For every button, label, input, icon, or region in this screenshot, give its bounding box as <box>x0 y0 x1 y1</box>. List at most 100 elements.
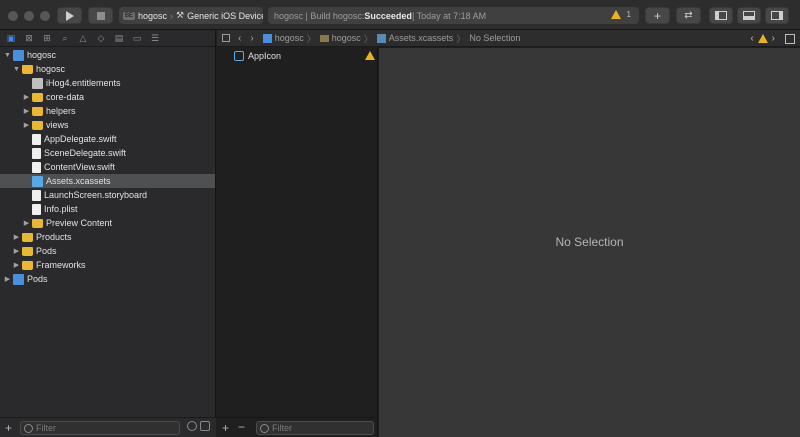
zoom-window-button[interactable] <box>40 11 50 21</box>
disclosure-expanded-icon[interactable]: ▼ <box>12 66 21 73</box>
tree-row[interactable]: AppDelegate.swift <box>0 132 215 146</box>
asset-list-footer: + − Filter <box>217 417 378 437</box>
activity-time: | Today at 7:18 AM <box>411 10 487 21</box>
folder-icon <box>32 107 43 116</box>
tree-row-selected[interactable]: Assets.xcassets <box>0 174 215 188</box>
warning-count: 1 <box>626 10 631 19</box>
related-items-icon[interactable] <box>222 34 230 42</box>
tree-row[interactable]: Info.plist <box>0 202 215 216</box>
disclosure-collapsed-icon[interactable]: ▶ <box>22 121 31 129</box>
disclosure-expanded-icon[interactable]: ▼ <box>3 52 12 59</box>
entitlements-icon <box>32 77 43 89</box>
code-review-button[interactable]: ⇄ <box>676 7 701 24</box>
filter-icon <box>260 423 269 433</box>
tree-row[interactable]: ▶ views <box>0 118 215 132</box>
chevron-right-icon: 〉 <box>456 33 466 44</box>
navigator-filter-input[interactable]: Filter <box>20 421 180 435</box>
stop-icon <box>96 11 105 20</box>
tree-row[interactable]: ▼ hogosc <box>0 48 215 62</box>
hammer-icon: ⚒ <box>176 10 185 20</box>
source-control-icon[interactable]: ⊠ <box>23 32 35 44</box>
forward-arrow-icon[interactable]: › <box>250 33 253 44</box>
disclosure-collapsed-icon[interactable]: ▶ <box>22 219 31 227</box>
tree-row[interactable]: ▶ Products <box>0 230 215 244</box>
search-icon[interactable]: ⌕ <box>59 32 71 44</box>
warning-icon[interactable] <box>611 10 621 19</box>
disclosure-collapsed-icon[interactable]: ▶ <box>22 93 31 101</box>
disclosure-collapsed-icon[interactable]: ▶ <box>12 247 21 255</box>
tree-row[interactable]: ▶ Pods <box>0 244 215 258</box>
toggle-debug-area-button[interactable] <box>737 7 761 24</box>
project-navigator: ▣ ⊠ ⊞ ⌕ △ ◇ ▤ ▭ ☰ ▼ hogosc ▼ hogosc iHog4.… <box>0 30 216 437</box>
asset-filter-input[interactable]: Filter <box>256 421 374 435</box>
folder-icon <box>22 247 33 256</box>
swift-file-icon <box>32 161 41 173</box>
file-tree: ▼ hogosc ▼ hogosc iHog4.entitlements ▶ core… <box>0 48 215 286</box>
left-panel-icon <box>715 11 727 20</box>
tree-row[interactable]: ContentView.swift <box>0 160 215 174</box>
tree-row[interactable]: ▶ Preview Content <box>0 216 215 230</box>
disclosure-collapsed-icon[interactable]: ▶ <box>3 275 12 283</box>
scheme-name: hogosc <box>138 10 168 21</box>
asset-item-appicon[interactable]: AppIcon <box>234 49 375 62</box>
disclosure-collapsed-icon[interactable]: ▶ <box>22 107 31 115</box>
folder-icon[interactable]: ▣ <box>5 32 17 44</box>
debug-icon[interactable]: ▤ <box>113 32 125 44</box>
project-icon <box>262 33 272 43</box>
tree-row[interactable]: ▶ helpers <box>0 104 215 118</box>
tree-row[interactable]: LaunchScreen.storyboard <box>0 188 215 202</box>
tree-row[interactable]: ▶ Pods <box>0 272 215 286</box>
jump-bar: ‹ › hogosc 〉 hogosc 〉 Assets.xcassets 〉 … <box>217 30 800 47</box>
disclosure-collapsed-icon[interactable]: ▶ <box>12 233 21 241</box>
arrows-swap-icon: ⇄ <box>684 10 693 21</box>
stop-button[interactable] <box>88 7 113 24</box>
right-panel-icon <box>771 11 783 20</box>
add-asset-button[interactable]: + <box>222 421 229 435</box>
bottom-panel-icon <box>743 11 755 20</box>
remove-asset-button[interactable]: − <box>238 420 245 434</box>
swift-file-icon <box>32 147 41 159</box>
previous-issue-icon[interactable]: ‹ <box>750 33 753 44</box>
minimize-window-button[interactable] <box>24 11 34 21</box>
activity-viewer: hogosc | Build hogosc: Succeeded | Today… <box>268 7 639 24</box>
tree-row[interactable]: SceneDelegate.swift <box>0 146 215 160</box>
activity-prefix: hogosc | Build hogosc: <box>274 10 365 21</box>
tree-row[interactable]: iHog4.entitlements <box>0 76 215 90</box>
app-target-icon: BE <box>123 11 136 20</box>
close-window-button[interactable] <box>8 11 18 21</box>
hierarchy-icon[interactable]: ⊞ <box>41 32 53 44</box>
app-icon-set-icon <box>234 50 244 61</box>
run-button[interactable] <box>57 7 82 24</box>
library-button[interactable]: + <box>645 7 670 24</box>
folder-icon <box>22 233 33 242</box>
warning-icon[interactable] <box>757 34 768 43</box>
empty-state-label: No Selection <box>555 235 624 249</box>
issue-icon[interactable]: △ <box>77 32 89 44</box>
asset-detail-area: No Selection <box>379 48 800 437</box>
breadcrumb-file[interactable]: Assets.xcassets 〉 <box>376 32 466 45</box>
breakpoint-icon[interactable]: ▭ <box>131 32 143 44</box>
add-file-button[interactable]: + <box>5 421 12 435</box>
chevron-right-icon: › <box>170 10 174 21</box>
report-icon[interactable]: ☰ <box>149 32 161 44</box>
tree-row[interactable]: ▶ Frameworks <box>0 258 215 272</box>
breadcrumb-group[interactable]: hogosc 〉 <box>319 32 373 45</box>
back-arrow-icon[interactable]: ‹ <box>238 33 241 44</box>
next-issue-icon[interactable]: › <box>772 33 775 44</box>
recent-files-icon[interactable] <box>187 421 197 431</box>
add-editor-icon[interactable] <box>785 33 795 44</box>
project-icon <box>13 49 24 61</box>
chevron-right-icon: 〉 <box>363 33 373 44</box>
toggle-navigator-button[interactable] <box>709 7 733 24</box>
toggle-inspector-button[interactable] <box>765 7 789 24</box>
breadcrumb-selection[interactable]: No Selection <box>469 33 520 43</box>
navigator-footer: + Filter <box>0 417 216 437</box>
scheme-selector[interactable]: BE hogosc › ⚒ Generic iOS Device <box>119 7 263 24</box>
breadcrumb-project[interactable]: hogosc 〉 <box>262 32 316 45</box>
project-icon <box>13 273 24 285</box>
disclosure-collapsed-icon[interactable]: ▶ <box>12 261 21 269</box>
tree-row[interactable]: ▼ hogosc <box>0 62 215 76</box>
tree-row[interactable]: ▶ core-data <box>0 90 215 104</box>
test-icon[interactable]: ◇ <box>95 32 107 44</box>
source-control-filter-icon[interactable] <box>200 421 210 431</box>
